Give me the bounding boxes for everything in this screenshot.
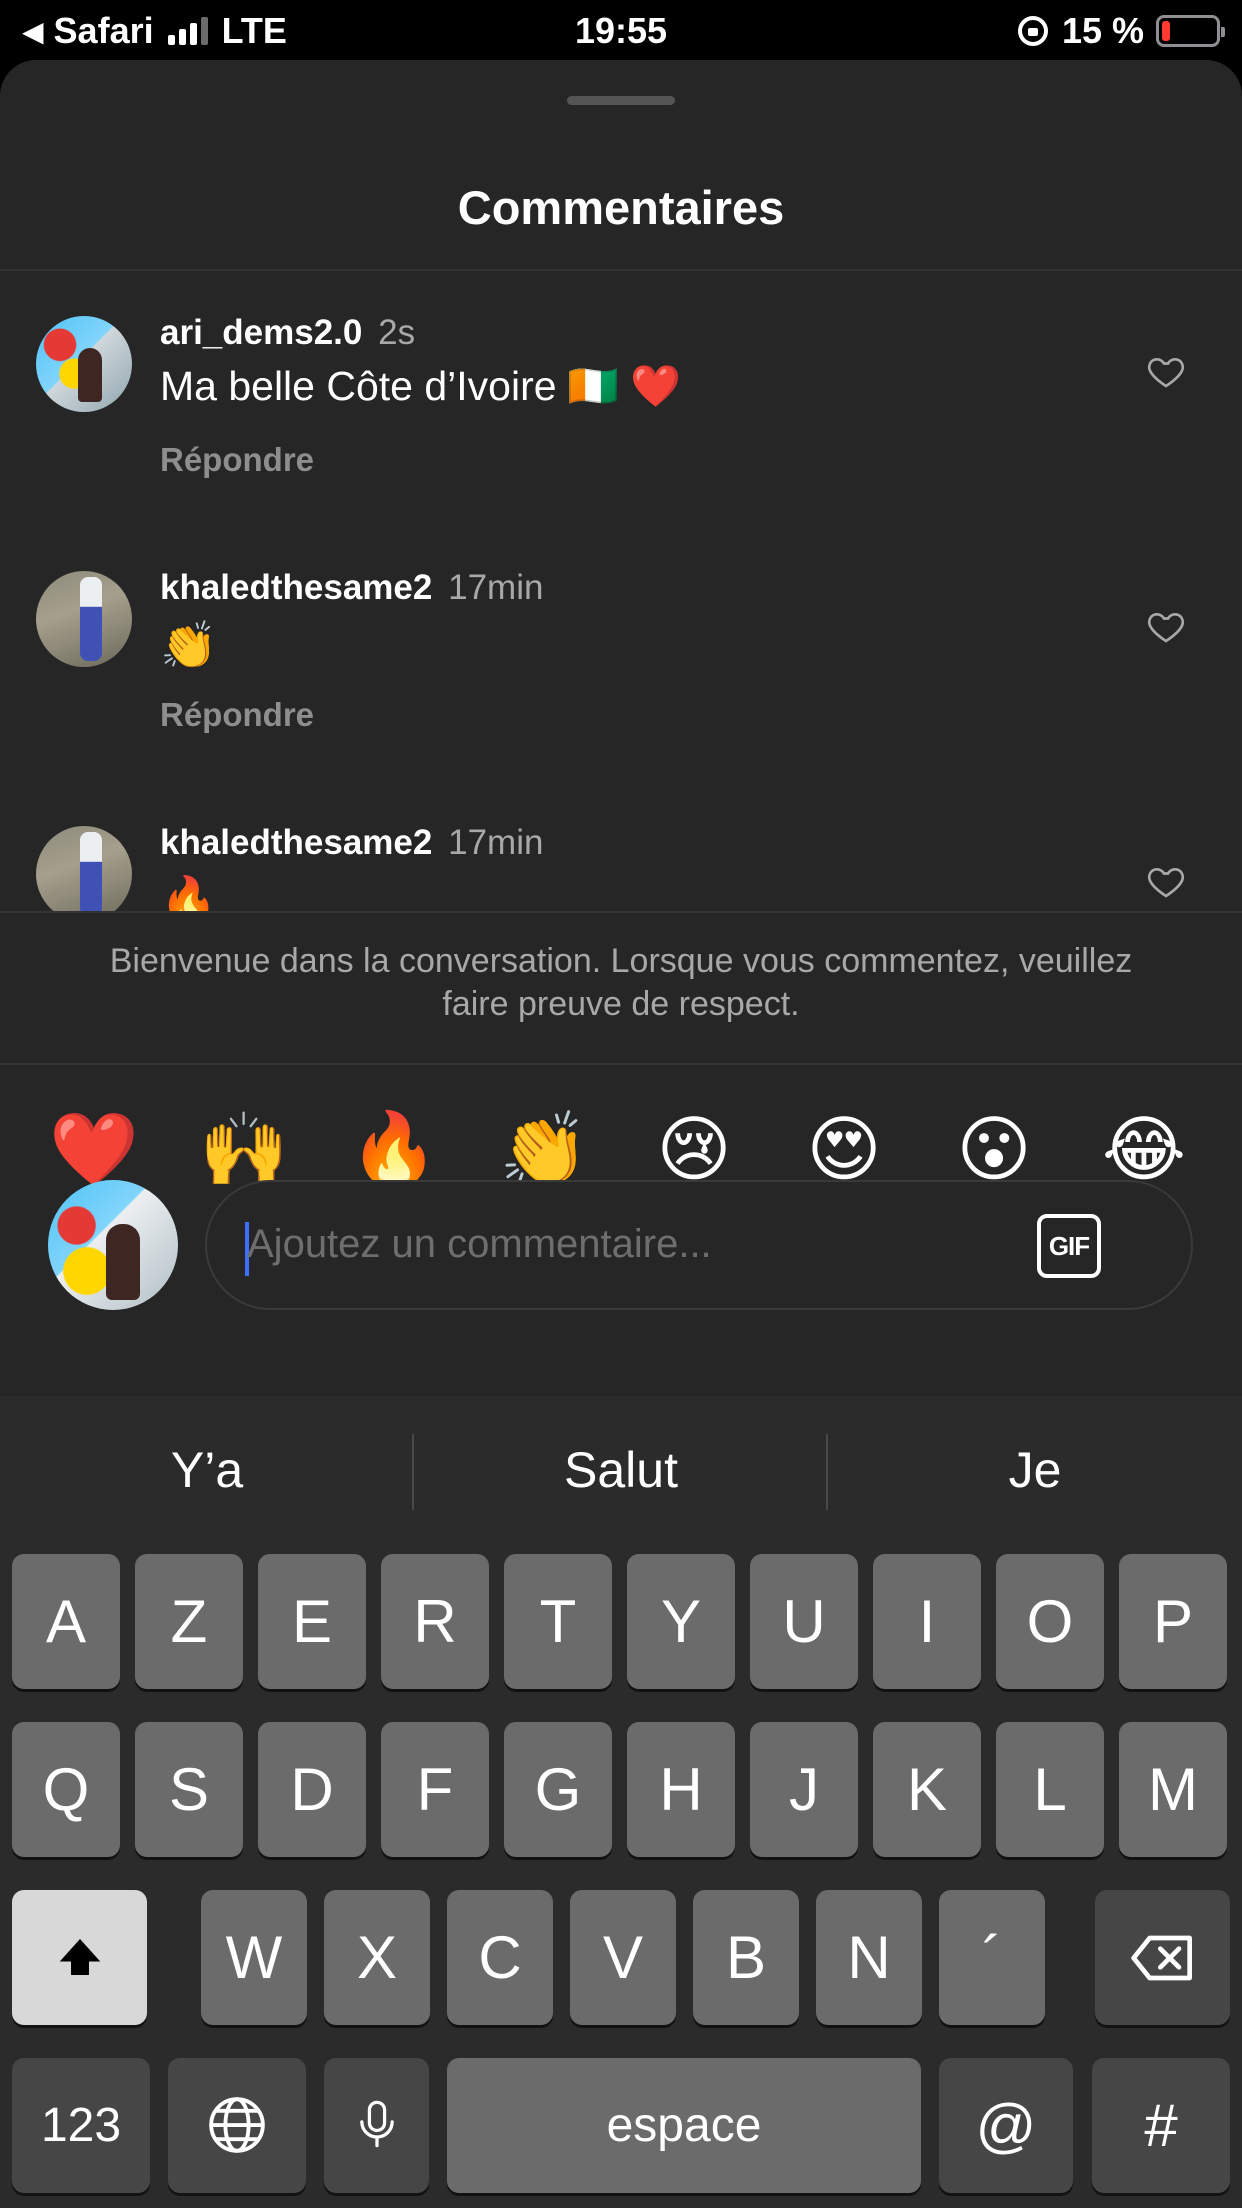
numbers-key[interactable]: 123 [12, 2058, 150, 2193]
key-i[interactable]: I [873, 1554, 981, 1689]
comment-username[interactable]: khaledthesame2 [160, 823, 432, 862]
comment-item: khaledthesame2 17min 🔥 [0, 781, 1242, 911]
comment-input-placeholder: Ajoutez un commentaire... [247, 1222, 712, 1266]
rotation-lock-icon [1017, 16, 1048, 46]
comment-item: ari_dems2.0 2s Ma belle Côte d’Ivoire 🇨🇮… [0, 271, 1242, 526]
key-q[interactable]: Q [12, 1722, 120, 1857]
divider [0, 1063, 1242, 1065]
like-heart-icon[interactable] [1146, 861, 1186, 901]
key-c[interactable]: C [447, 1890, 553, 2025]
key-m[interactable]: M [1119, 1722, 1227, 1857]
key-k[interactable]: K [873, 1722, 981, 1857]
comment-timestamp: 17min [448, 823, 544, 862]
divider [412, 1434, 414, 1510]
key-t[interactable]: T [504, 1554, 612, 1689]
at-key[interactable]: @ [939, 2058, 1073, 2193]
suggestion-2[interactable]: Salut [471, 1441, 771, 1499]
comment-username[interactable]: ari_dems2.0 [160, 313, 362, 352]
key-x[interactable]: X [324, 1890, 430, 2025]
microphone-icon [359, 2100, 394, 2148]
key-f[interactable]: F [381, 1722, 489, 1857]
key-z[interactable]: Z [135, 1554, 243, 1689]
comment-header: khaledthesame2 17min [160, 568, 543, 608]
comments-list[interactable]: ari_dems2.0 2s Ma belle Côte d’Ivoire 🇨🇮… [0, 271, 1242, 911]
gif-button[interactable]: GIF [1037, 1214, 1101, 1278]
key-l[interactable]: L [996, 1722, 1104, 1857]
suggestion-1[interactable]: Y’a [57, 1441, 357, 1499]
comment-text: Ma belle Côte d’Ivoire 🇨🇮 ❤️ [160, 363, 682, 409]
globe-icon [209, 2097, 265, 2153]
key-g[interactable]: G [504, 1722, 612, 1857]
comment-input[interactable]: Ajoutez un commentaire... GIF [205, 1180, 1193, 1310]
status-bar: ◀ Safari LTE 19:55 15 % [0, 0, 1242, 60]
key-y[interactable]: Y [627, 1554, 735, 1689]
sheet-drag-handle[interactable] [567, 96, 675, 105]
comment-item: khaledthesame2 17min 👏 Répondre [0, 526, 1242, 781]
key-j[interactable]: J [750, 1722, 858, 1857]
predictive-bar: Y’a Salut Je [0, 1396, 1242, 1551]
sheet-title: Commentaires [457, 181, 785, 234]
battery-fill [1162, 21, 1170, 41]
key-a[interactable]: A [12, 1554, 120, 1689]
backspace-key[interactable] [1095, 1890, 1230, 2025]
divider [826, 1434, 828, 1510]
shift-key[interactable] [12, 1890, 147, 2025]
like-heart-icon[interactable] [1146, 606, 1186, 646]
reply-button[interactable]: Répondre [160, 441, 314, 479]
like-heart-icon[interactable] [1146, 351, 1186, 391]
comment-timestamp: 2s [378, 313, 416, 352]
avatar[interactable] [36, 571, 132, 667]
comment-header: ari_dems2.0 2s [160, 313, 415, 353]
comments-sheet: Commentaires ari_dems2.0 2s Ma belle Côt… [0, 60, 1242, 1396]
globe-key[interactable] [168, 2058, 306, 2193]
key-o[interactable]: O [996, 1554, 1104, 1689]
status-right: 15 % [1017, 10, 1225, 52]
key-d[interactable]: D [258, 1722, 366, 1857]
key-w[interactable]: W [201, 1890, 307, 2025]
key-acute-accent[interactable]: ´ [939, 1890, 1045, 2025]
key-s[interactable]: S [135, 1722, 243, 1857]
dictation-key[interactable] [324, 2058, 429, 2193]
current-user-avatar [48, 1180, 178, 1310]
space-key[interactable]: espace [447, 2058, 921, 2193]
divider [0, 911, 1242, 913]
battery-icon [1156, 15, 1225, 47]
key-h[interactable]: H [627, 1722, 735, 1857]
keyboard: Y’a Salut Je A Z E R T Y U I O P Q S D F… [0, 1396, 1242, 2208]
comment-username[interactable]: khaledthesame2 [160, 568, 432, 607]
key-p[interactable]: P [1119, 1554, 1227, 1689]
key-e[interactable]: E [258, 1554, 366, 1689]
hash-key[interactable]: # [1092, 2058, 1230, 2193]
comment-text: 🔥 [160, 874, 218, 911]
comment-header: khaledthesame2 17min [160, 823, 543, 863]
key-r[interactable]: R [381, 1554, 489, 1689]
comment-timestamp: 17min [448, 568, 544, 607]
key-v[interactable]: V [570, 1890, 676, 2025]
battery-percent: 15 % [1061, 10, 1144, 51]
suggestion-3[interactable]: Je [885, 1441, 1185, 1499]
key-b[interactable]: B [693, 1890, 799, 2025]
avatar[interactable] [36, 316, 132, 412]
comment-text: 👏 [160, 619, 218, 671]
reply-button[interactable]: Répondre [160, 696, 314, 734]
welcome-message: Bienvenue dans la conversation. Lorsque … [109, 942, 1133, 1023]
key-u[interactable]: U [750, 1554, 858, 1689]
backspace-icon [1130, 1935, 1192, 1981]
avatar[interactable] [36, 826, 132, 911]
key-n[interactable]: N [816, 1890, 922, 2025]
shift-arrow-icon [59, 1939, 100, 1975]
